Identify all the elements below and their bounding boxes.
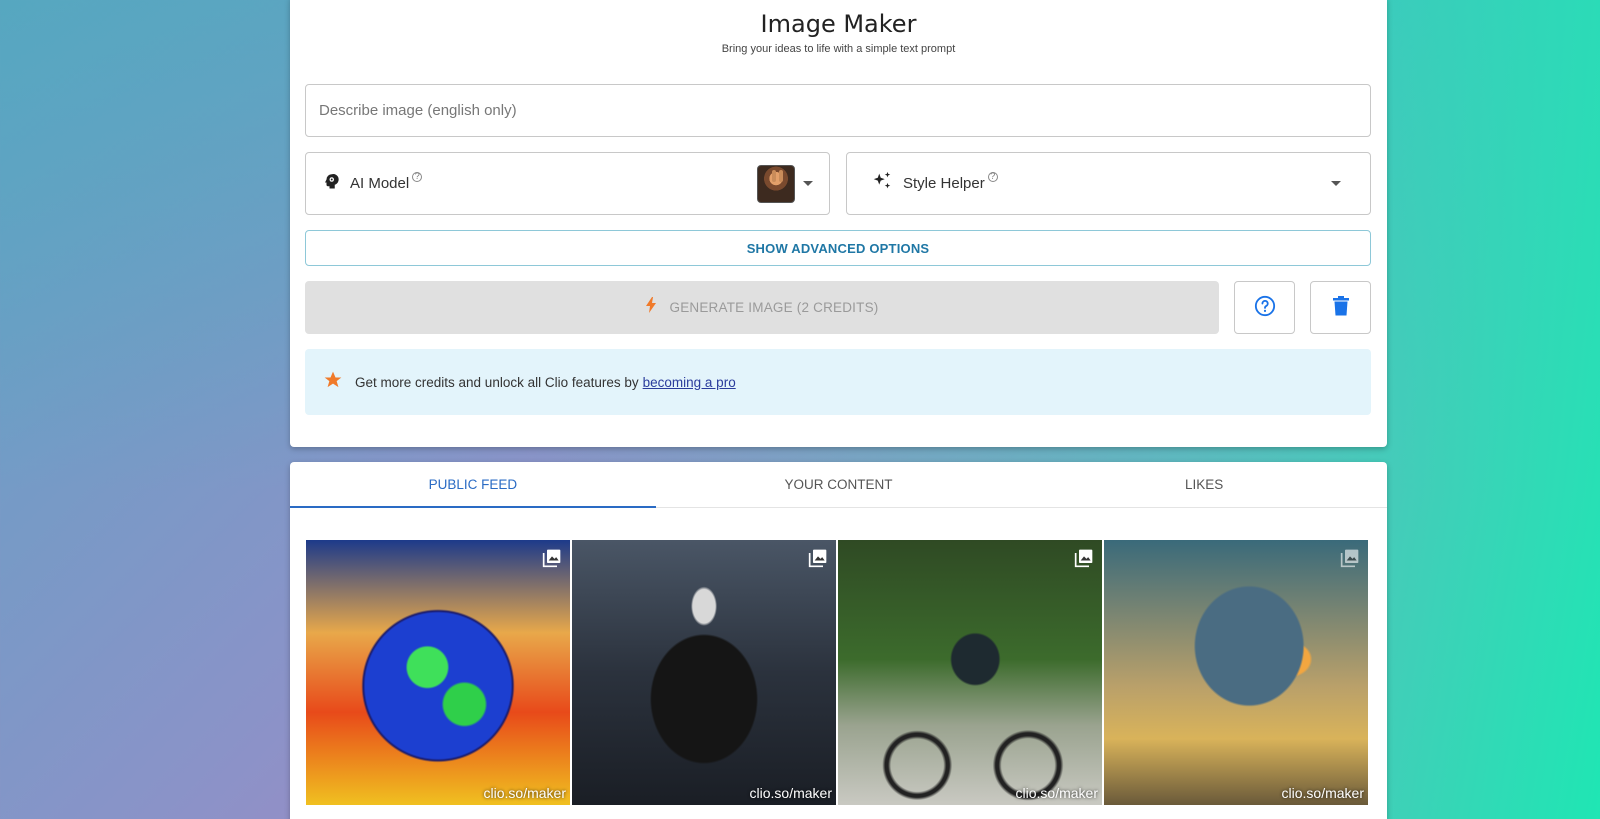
- feed-tabs: PUBLIC FEED YOUR CONTENT LIKES: [290, 462, 1387, 508]
- prompt-input[interactable]: [305, 84, 1371, 137]
- watermark: clio.so/maker: [483, 785, 566, 801]
- style-helper-label: Style Helper: [903, 175, 985, 192]
- watermark: clio.so/maker: [1281, 785, 1364, 801]
- feed-card: PUBLIC FEED YOUR CONTENT LIKES clio.so/m…: [290, 462, 1387, 819]
- chevron-down-icon: [1331, 181, 1341, 186]
- gallery-image[interactable]: clio.so/maker: [1104, 540, 1368, 805]
- becoming-pro-link[interactable]: becoming a pro: [643, 375, 736, 390]
- show-advanced-options-button[interactable]: SHOW ADVANCED OPTIONS: [305, 230, 1371, 266]
- star-icon: [323, 370, 343, 394]
- generate-image-button[interactable]: GENERATE IMAGE (2 CREDITS): [305, 281, 1219, 334]
- gallery-icon: [1074, 549, 1093, 568]
- help-button[interactable]: [1234, 281, 1295, 334]
- help-circle-icon: [1254, 295, 1276, 320]
- trash-icon: [1332, 296, 1350, 319]
- page-title: Image Maker: [760, 10, 917, 38]
- watermark: clio.so/maker: [749, 785, 832, 801]
- tab-your-content[interactable]: YOUR CONTENT: [656, 462, 1022, 507]
- pro-promo-banner: Get more credits and unlock all Clio fea…: [305, 349, 1371, 415]
- gallery-image[interactable]: clio.so/maker: [306, 540, 570, 805]
- gallery-icon: [808, 549, 827, 568]
- chevron-down-icon: [803, 181, 813, 186]
- promo-text: Get more credits and unlock all Clio fea…: [355, 374, 639, 390]
- gallery-image[interactable]: clio.so/maker: [572, 540, 836, 805]
- gallery-icon: [1340, 549, 1359, 568]
- image-gallery: clio.so/maker clio.so/maker clio.so/make…: [306, 540, 1368, 805]
- style-helper-select[interactable]: Style Helper ?: [846, 152, 1371, 215]
- delete-button[interactable]: [1310, 281, 1371, 334]
- tab-public-feed[interactable]: PUBLIC FEED: [290, 462, 656, 508]
- bolt-icon: [645, 297, 656, 318]
- ai-model-label: AI Model: [350, 175, 410, 192]
- gallery-icon: [542, 549, 561, 568]
- maker-card: Image Maker Bring your ideas to life wit…: [290, 0, 1387, 447]
- help-icon[interactable]: ?: [412, 171, 423, 182]
- sparkle-icon: [871, 170, 893, 197]
- ai-model-select[interactable]: AI Model ?: [305, 152, 830, 215]
- watermark: clio.so/maker: [1015, 785, 1098, 801]
- tab-likes[interactable]: LIKES: [1021, 462, 1387, 507]
- brain-icon: [322, 172, 340, 195]
- page-subtitle: Bring your ideas to life with a simple t…: [721, 43, 956, 55]
- gallery-image[interactable]: clio.so/maker: [838, 540, 1102, 805]
- help-icon[interactable]: ?: [987, 171, 998, 182]
- generate-image-label: GENERATE IMAGE (2 CREDITS): [669, 300, 879, 315]
- model-thumbnail: [757, 164, 795, 203]
